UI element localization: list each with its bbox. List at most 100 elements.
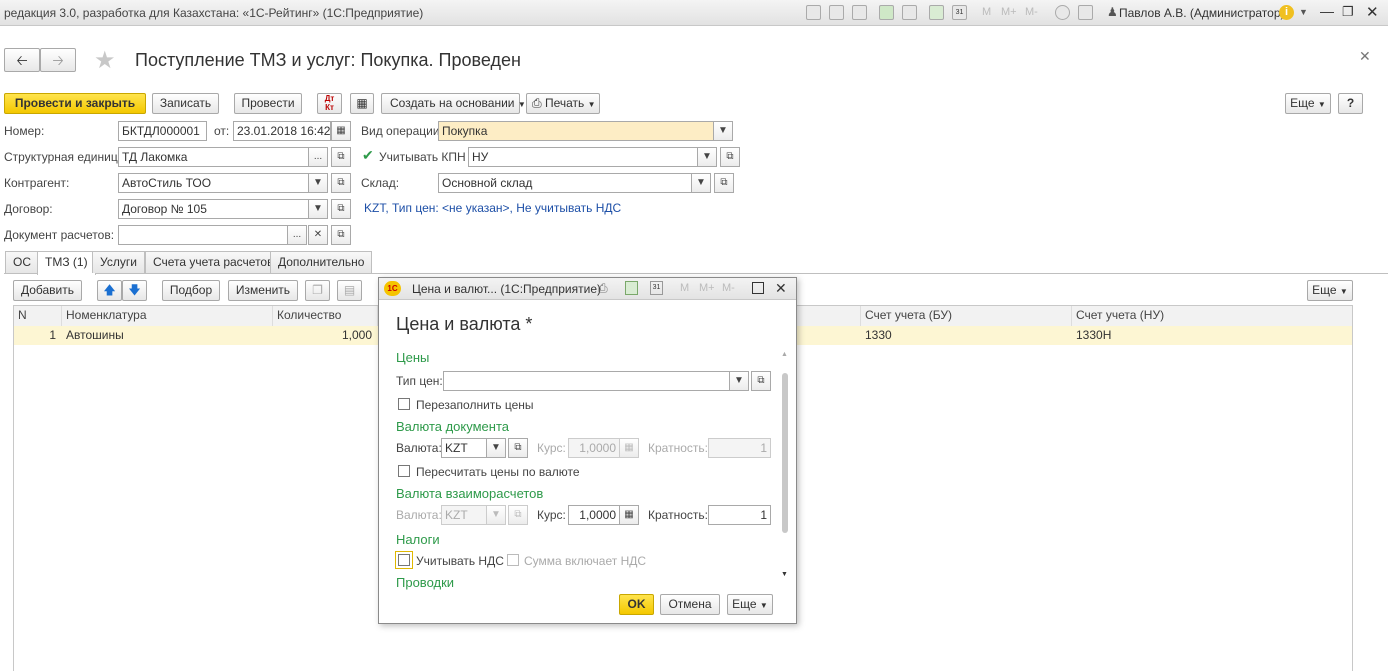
col-acc-nu[interactable]: Счет учета (НУ): [1072, 306, 1352, 326]
kpn-open-icon[interactable]: ⧉: [720, 147, 740, 167]
doc-multiplicity-field[interactable]: 1: [708, 438, 771, 458]
edit-button[interactable]: Изменить: [228, 280, 298, 301]
table-more-button[interactable]: Еще ▼: [1307, 280, 1353, 301]
kpn-dropdown-icon[interactable]: ▼: [697, 147, 717, 167]
structure-icon[interactable]: ▦: [350, 93, 374, 114]
doc-currency-dropdown-icon[interactable]: ▼: [486, 438, 506, 458]
unit-select-icon[interactable]: ...: [308, 147, 328, 167]
doc-rate-calc-icon[interactable]: ▦: [619, 438, 639, 458]
back-button[interactable]: 🡠: [4, 48, 40, 72]
price-type-field[interactable]: [443, 371, 730, 391]
doc-rate-field[interactable]: 1,0000: [568, 438, 620, 458]
memory-mminus-label[interactable]: M-: [722, 282, 735, 294]
counterparty-open-icon[interactable]: ⧉: [331, 173, 351, 193]
print-button[interactable]: ⎙ Печать ▼: [526, 93, 600, 114]
settle-rate-field[interactable]: 1,0000: [568, 505, 620, 525]
dt-kt-icon[interactable]: Дт Кт: [317, 93, 342, 114]
memory-mplus-label[interactable]: M+: [699, 282, 715, 294]
more-button[interactable]: Еще ▼: [1285, 93, 1331, 114]
col-n[interactable]: N: [14, 306, 62, 326]
calculator-icon[interactable]: [929, 5, 944, 20]
save-icon[interactable]: [806, 5, 821, 20]
ok-button[interactable]: OK: [619, 594, 654, 615]
calendar-icon[interactable]: 31: [952, 5, 967, 20]
pick-button[interactable]: Подбор: [162, 280, 220, 301]
settle-multiplicity-field[interactable]: 1: [708, 505, 771, 525]
tab-os[interactable]: ОС: [5, 251, 39, 273]
kpn-checkbox[interactable]: ✔: [362, 147, 374, 164]
dialog-more-button[interactable]: Еще ▼: [727, 594, 773, 615]
recalc-prices-checkbox[interactable]: [398, 465, 410, 477]
move-up-icon[interactable]: 🡅: [97, 280, 122, 301]
save-button[interactable]: Записать: [152, 93, 219, 114]
tab-tmz[interactable]: ТМЗ (1): [37, 251, 96, 275]
settlement-field[interactable]: [118, 225, 288, 245]
dialog-titlebar[interactable]: 1C Цена и валют... (1С:Предприятие) ⎙ 31…: [379, 278, 796, 300]
col-qty[interactable]: Количество: [273, 306, 378, 326]
tab-settlement-accounts[interactable]: Счета учета расчетов: [145, 251, 282, 273]
vat-checkbox[interactable]: [398, 554, 410, 566]
warehouse-open-icon[interactable]: ⧉: [714, 173, 734, 193]
operation-field[interactable]: Покупка: [438, 121, 714, 141]
contract-field[interactable]: Договор № 105: [118, 199, 309, 219]
col-acc-bu[interactable]: Счет учета (БУ): [861, 306, 1072, 326]
refill-prices-checkbox[interactable]: [398, 398, 410, 410]
help-button[interactable]: ?: [1338, 93, 1363, 114]
user-name[interactable]: Павлов А.В. (Администратор): [1119, 6, 1285, 20]
settlement-open-icon[interactable]: ⧉: [331, 225, 351, 245]
calendar-icon[interactable]: 31: [650, 281, 663, 295]
upload-icon[interactable]: [879, 5, 894, 20]
post-button[interactable]: Провести: [234, 93, 302, 114]
counterparty-dropdown-icon[interactable]: ▼: [308, 173, 328, 193]
sum-incl-vat-checkbox[interactable]: [507, 554, 519, 566]
dialog-close-icon[interactable]: ✕: [775, 280, 787, 297]
settle-currency-open-icon[interactable]: ⧉: [508, 505, 528, 525]
calculator-icon[interactable]: [625, 281, 638, 295]
price-type-open-icon[interactable]: ⧉: [751, 371, 771, 391]
warehouse-field[interactable]: Основной склад: [438, 173, 692, 193]
maximize-icon[interactable]: [752, 282, 764, 294]
printer-icon[interactable]: [902, 5, 917, 20]
forward-button[interactable]: 🡢: [40, 48, 76, 72]
memory-m-label[interactable]: M: [680, 282, 689, 294]
doc-currency-open-icon[interactable]: ⧉: [508, 438, 528, 458]
contract-open-icon[interactable]: ⧉: [331, 199, 351, 219]
restore-icon[interactable]: ❐: [1342, 4, 1354, 20]
memory-m-label[interactable]: M: [982, 6, 991, 18]
settle-currency-field[interactable]: KZT: [441, 505, 487, 525]
tab-services[interactable]: Услуги: [92, 251, 145, 273]
favorite-star-icon[interactable]: ★: [94, 46, 116, 75]
paste-icon[interactable]: ▤: [337, 280, 362, 301]
dialog-scrollbar[interactable]: [782, 373, 788, 533]
chevron-down-icon[interactable]: ▼: [1299, 7, 1308, 17]
tab-additional[interactable]: Дополнительно: [270, 251, 373, 273]
cancel-button[interactable]: Отмена: [660, 594, 720, 615]
price-currency-dialog[interactable]: 1C Цена и валют... (1С:Предприятие) ⎙ 31…: [378, 277, 797, 624]
scroll-up-icon[interactable]: ▲: [781, 351, 788, 358]
print-icon[interactable]: [829, 5, 844, 20]
kpn-field[interactable]: НУ: [468, 147, 698, 167]
memory-mplus-label[interactable]: M+: [1001, 6, 1017, 18]
operation-dropdown-icon[interactable]: ▼: [713, 121, 733, 141]
unit-field[interactable]: ТД Лакомка: [118, 147, 309, 167]
scroll-down-icon[interactable]: ▼: [781, 571, 788, 578]
contract-dropdown-icon[interactable]: ▼: [308, 199, 328, 219]
copy-icon[interactable]: ❐: [305, 280, 330, 301]
calendar-icon[interactable]: ▦: [331, 121, 351, 141]
settle-currency-dropdown-icon[interactable]: ▼: [486, 505, 506, 525]
unit-open-icon[interactable]: ⧉: [331, 147, 351, 167]
minimize-icon[interactable]: —: [1320, 3, 1334, 19]
col-item[interactable]: Номенклатура: [62, 306, 273, 326]
settlement-select-icon[interactable]: ...: [287, 225, 307, 245]
price-type-dropdown-icon[interactable]: ▼: [729, 371, 749, 391]
post-and-close-button[interactable]: Провести и закрыть: [4, 93, 146, 114]
close-icon[interactable]: ✕: [1366, 3, 1379, 21]
move-down-icon[interactable]: 🡇: [122, 280, 147, 301]
close-document-icon[interactable]: ✕: [1359, 48, 1371, 65]
counterparty-field[interactable]: АвтоСтиль ТОО: [118, 173, 309, 193]
info-icon[interactable]: i: [1279, 5, 1294, 20]
price-currency-link[interactable]: KZT, Тип цен: <не указан>, Не учитывать …: [364, 201, 621, 215]
add-button[interactable]: Добавить: [13, 280, 82, 301]
date-field[interactable]: 23.01.2018 16:42:0: [233, 121, 331, 141]
preview-icon[interactable]: [852, 5, 867, 20]
